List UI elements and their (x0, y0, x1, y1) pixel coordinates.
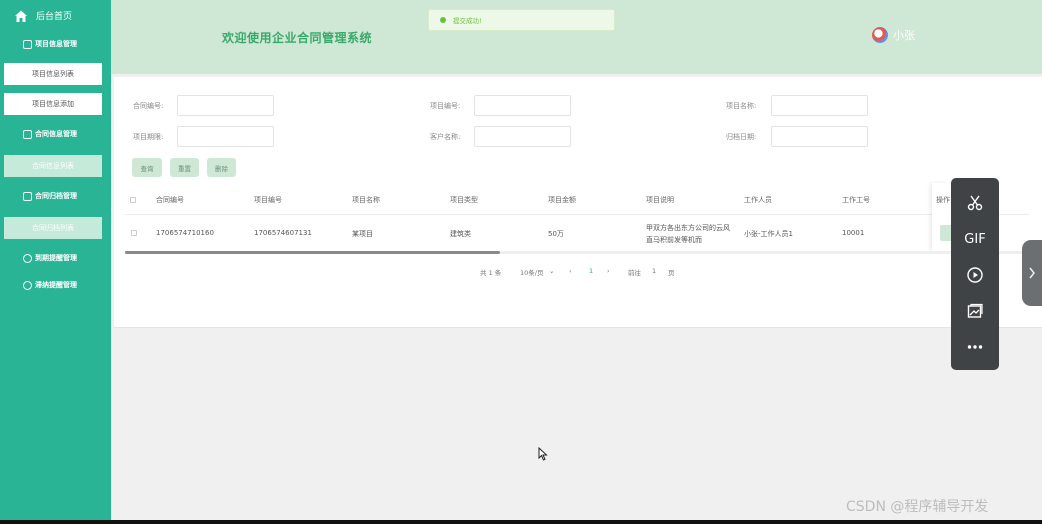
document-icon (23, 129, 32, 139)
customer-name-input[interactable] (474, 126, 571, 147)
image-icon (967, 303, 983, 318)
bottom-bar (0, 520, 1042, 524)
project-name-input[interactable] (771, 95, 868, 116)
contract-no-input[interactable] (177, 95, 274, 116)
current-page[interactable]: 1 (589, 267, 593, 275)
contract-no-label: 合同编号: (133, 102, 164, 110)
screen: 后台首页 项目信息管理 项目信息列表 项目信息添加 合同信息管理 合同信息列表 … (0, 0, 1042, 520)
reset-button[interactable]: 重置 (170, 158, 199, 177)
more-button[interactable] (951, 332, 999, 362)
cell-staff: 小张-工作人员1 (744, 230, 793, 238)
select-all-checkbox[interactable] (130, 197, 136, 203)
collapse-tab[interactable] (1022, 240, 1042, 306)
scissors-icon (967, 195, 983, 211)
col-amount: 项目金额 (548, 196, 576, 204)
col-project-name: 项目名称 (352, 196, 380, 204)
query-button[interactable]: 查询 (132, 158, 162, 177)
sidebar-group-archive[interactable]: 合同归档管理 (0, 183, 111, 209)
page-unit-label: 页 (668, 269, 675, 277)
cell-staff-no: 10001 (842, 229, 865, 237)
user-menu[interactable]: 小张 (872, 27, 915, 43)
prev-page-icon[interactable]: ‹ (569, 267, 572, 275)
cell-amount: 50万 (548, 230, 564, 238)
sidebar-group-project[interactable]: 项目信息管理 (0, 31, 111, 57)
pagination-total: 共 1 条 (480, 269, 502, 277)
edit-icon (23, 39, 32, 49)
bell-icon (23, 253, 32, 263)
cell-project-no: 1706574607131 (254, 229, 312, 237)
sidebar-item-label: 合同归档列表 (32, 224, 74, 232)
sidebar-item-project-list[interactable]: 项目信息列表 (4, 63, 102, 85)
col-contract-no: 合同编号 (156, 196, 184, 204)
sidebar-group-due-reminder[interactable]: 到期提醒管理 (0, 245, 111, 271)
delete-button[interactable]: 删除 (207, 158, 236, 177)
col-staff: 工作人员 (744, 196, 772, 204)
cell-project-type: 建筑类 (450, 230, 471, 238)
col-project-no: 项目编号 (254, 196, 282, 204)
sidebar-item-project-add[interactable]: 项目信息添加 (4, 93, 102, 115)
table-header-divider (125, 214, 1030, 215)
sidebar-group-overdue-reminder[interactable]: 滞纳提醒管理 (0, 272, 111, 298)
mouse-cursor-icon (538, 447, 548, 461)
chevron-down-icon: ⌄ (549, 267, 555, 275)
image-button[interactable] (951, 296, 999, 326)
col-description: 项目说明 (646, 196, 674, 204)
sidebar-group-label: 合同归档管理 (35, 192, 77, 200)
goto-label: 前往 (628, 269, 641, 277)
next-page-icon[interactable]: › (607, 267, 610, 275)
project-name-label: 项目名称: (726, 102, 757, 110)
sidebar-item-archive-list[interactable]: 合同归档列表 (4, 217, 102, 239)
success-toast: 提交成功! (428, 9, 615, 31)
avatar (872, 27, 888, 43)
user-name: 小张 (893, 29, 915, 42)
sidebar-item-label: 项目信息添加 (32, 100, 74, 108)
sidebar-item-label: 项目信息列表 (32, 70, 74, 78)
sidebar-home-label: 后台首页 (36, 12, 73, 22)
col-operation: 操作 (936, 196, 950, 204)
sidebar-group-label: 项目信息管理 (35, 40, 77, 48)
sidebar: 后台首页 项目信息管理 项目信息列表 项目信息添加 合同信息管理 合同信息列表 … (0, 0, 111, 520)
row-checkbox[interactable] (131, 230, 137, 236)
sidebar-home[interactable]: 后台首页 (0, 0, 111, 31)
sidebar-item-label: 合同信息列表 (32, 162, 74, 170)
sidebar-item-contract-list[interactable]: 合同信息列表 (4, 155, 102, 177)
home-icon (15, 10, 27, 22)
sidebar-group-label: 滞纳提醒管理 (35, 281, 77, 289)
project-no-label: 项目编号: (430, 102, 461, 110)
check-circle-icon (440, 17, 446, 23)
project-no-input[interactable] (474, 95, 571, 116)
archive-date-input[interactable] (771, 126, 868, 147)
edit-icon (23, 191, 32, 201)
sidebar-group-contract[interactable]: 合同信息管理 (0, 121, 111, 147)
project-period-input[interactable] (177, 126, 274, 147)
sidebar-group-label: 合同信息管理 (35, 130, 77, 138)
col-staff-no: 工作工号 (842, 196, 870, 204)
page-size-select[interactable]: 10条/页 (520, 267, 543, 277)
sidebar-group-label: 到期提醒管理 (35, 254, 77, 262)
col-project-type: 项目类型 (450, 196, 478, 204)
floating-toolbar: GIF (951, 178, 999, 370)
watermark: CSDN @程序辅导开发 (846, 499, 989, 515)
gif-button[interactable]: GIF (951, 224, 999, 254)
archive-date-label: 归档日期: (726, 133, 757, 141)
goto-input[interactable]: 1 (652, 267, 656, 275)
toast-message: 提交成功! (453, 17, 482, 25)
scrollbar-thumb[interactable] (125, 251, 500, 254)
record-button[interactable] (951, 260, 999, 290)
cell-contract-no: 1706574710160 (156, 229, 214, 237)
clock-icon (23, 280, 32, 290)
cell-description-line2: 直马积前发等机而 (646, 236, 702, 244)
customer-name-label: 客户名称: (430, 133, 461, 141)
project-period-label: 项目期限: (133, 133, 164, 141)
play-circle-icon (967, 267, 983, 283)
cell-description-line1: 甲双方各出东方公司的云风 (646, 224, 730, 232)
scissors-button[interactable] (951, 188, 999, 218)
page-title: 欢迎使用企业合同管理系统 (222, 31, 373, 45)
more-icon (967, 345, 983, 349)
chevron-right-icon (1029, 267, 1035, 279)
cell-project-name: 某项目 (352, 230, 373, 238)
